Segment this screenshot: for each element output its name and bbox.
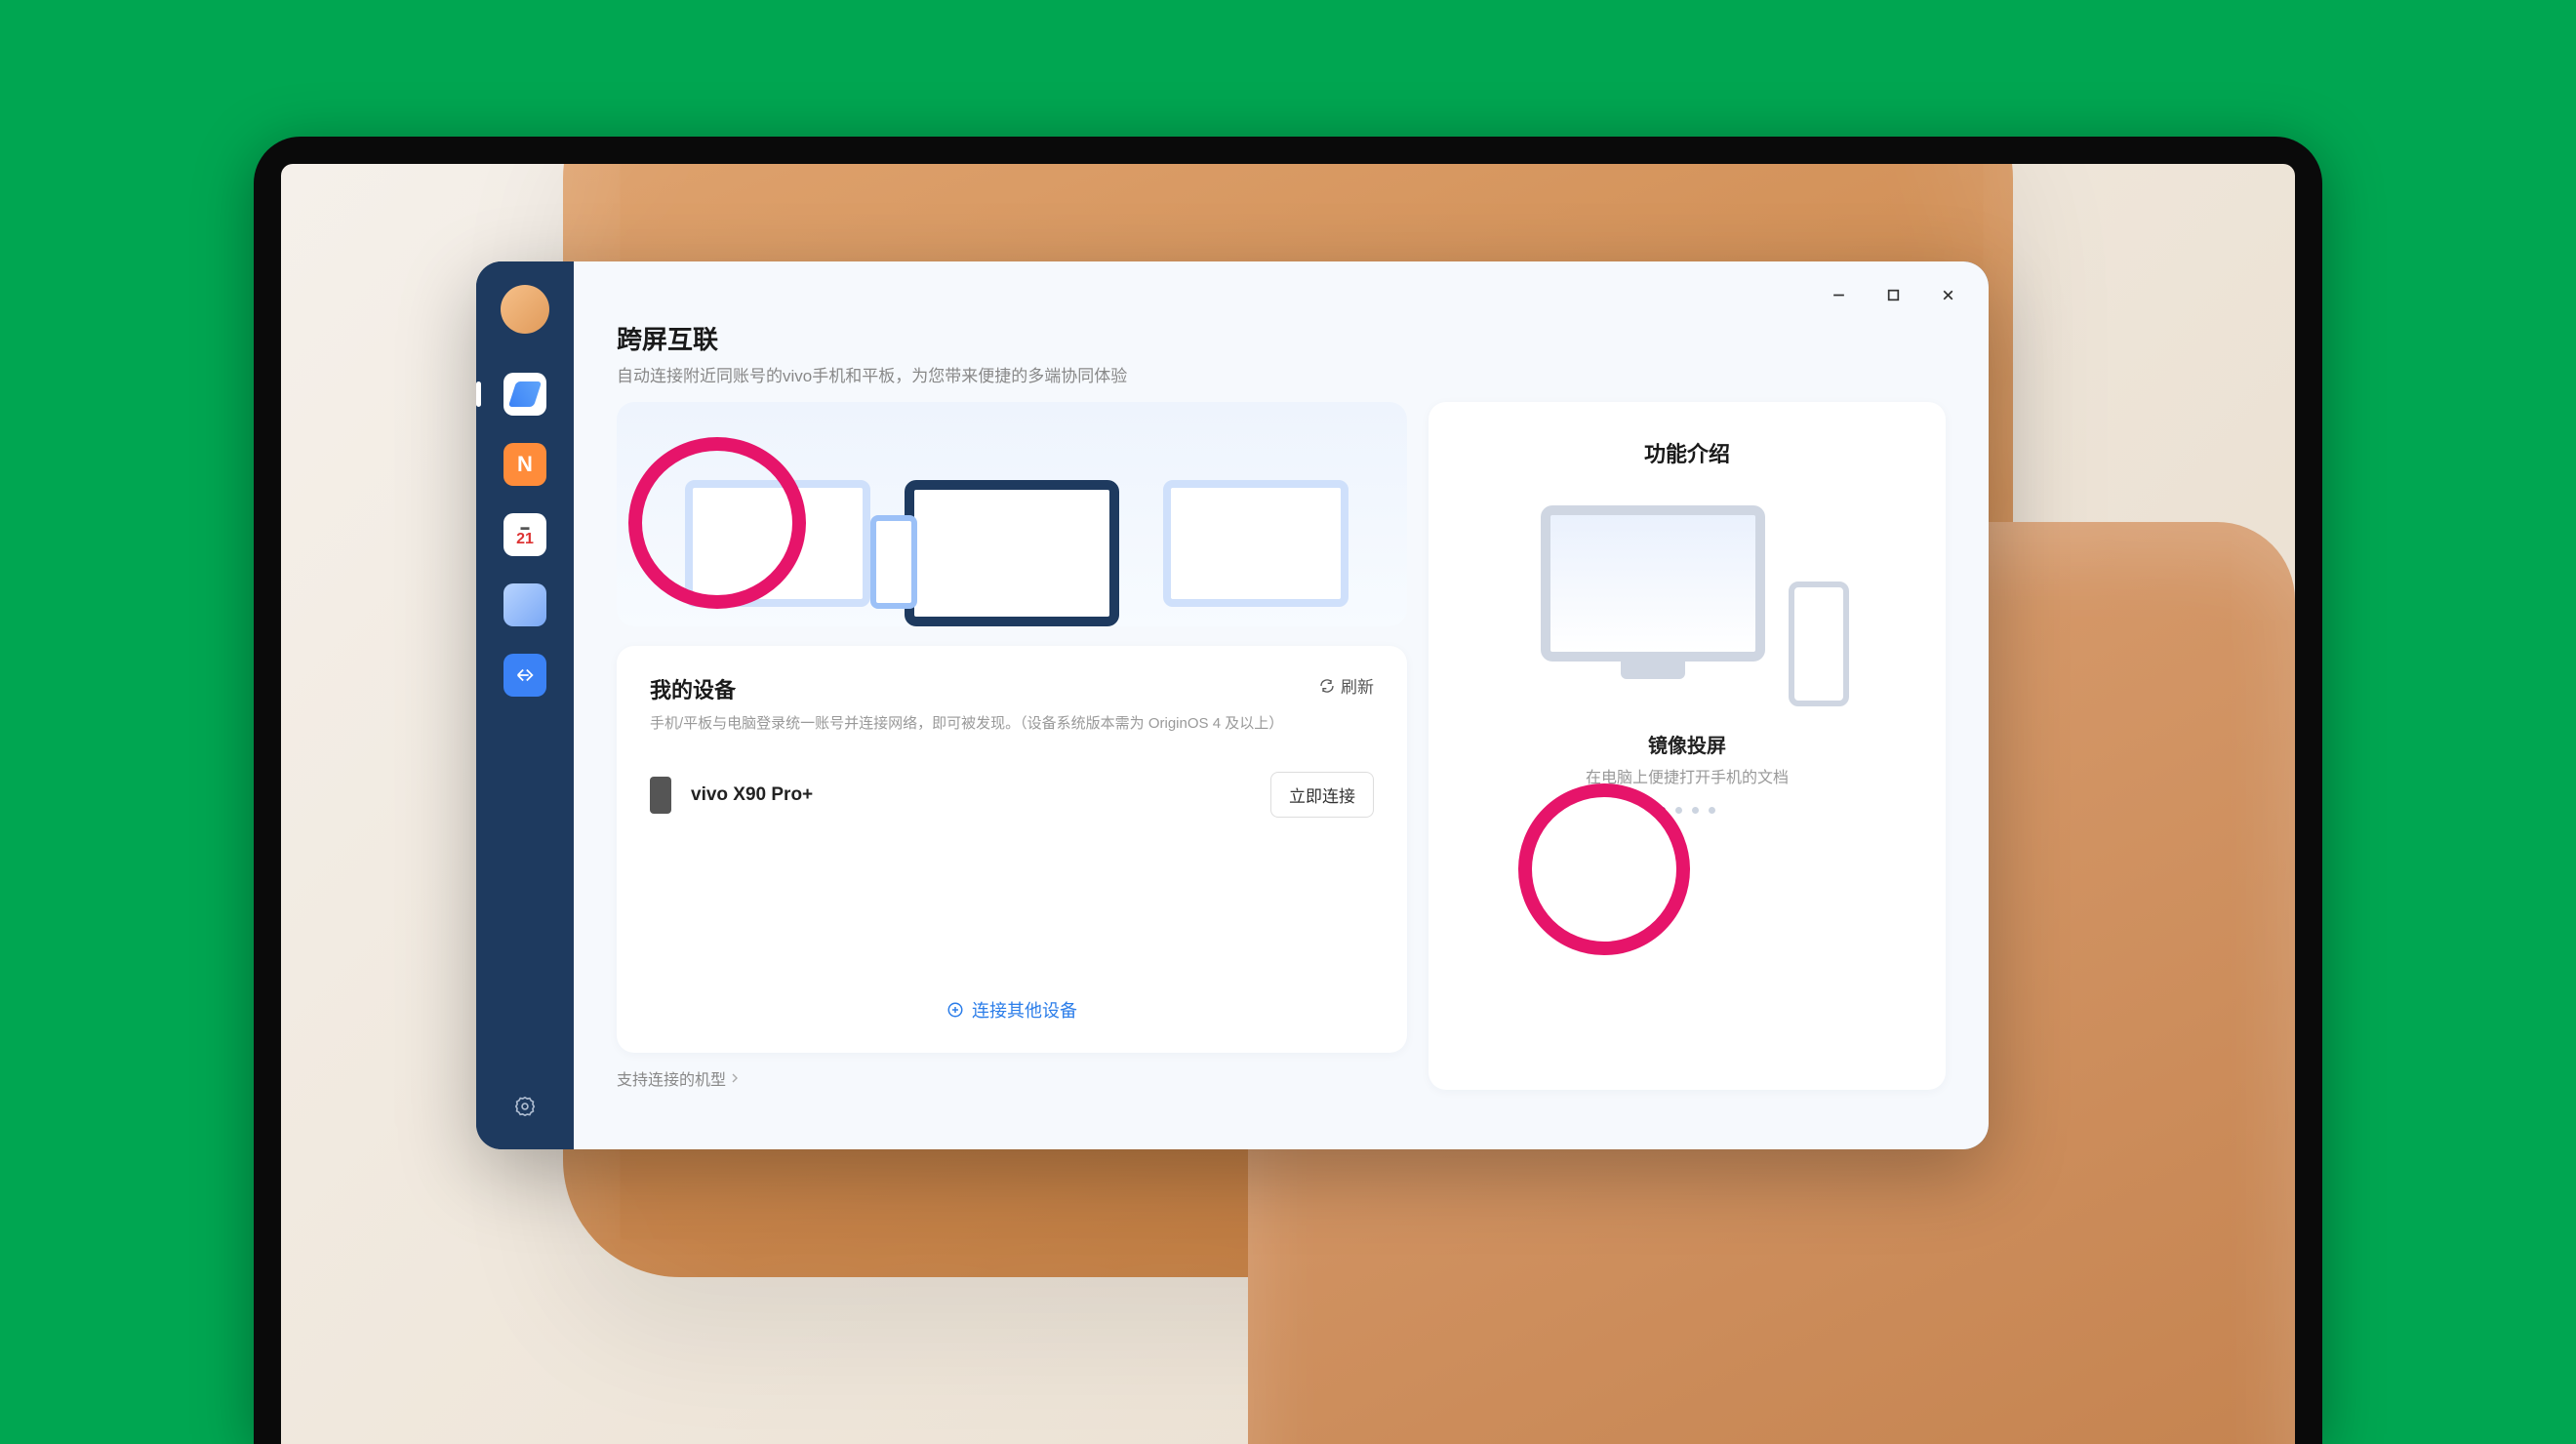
dot-1[interactable] [1675, 807, 1682, 814]
feature-section-title: 功能介绍 [1644, 437, 1730, 468]
my-devices-card: 我的设备 刷新 手机/平板与电脑登录统一账号并连接网络，即可被发现。（设备系统版… [617, 646, 1407, 1053]
hero-illustration [617, 402, 1407, 626]
content-area: 跨屏互联 自动连接附近同账号的vivo手机和平板，为您带来便捷的多端协同体验 [574, 261, 1989, 1149]
refresh-icon [1319, 678, 1335, 694]
minimize-button[interactable] [1811, 275, 1866, 314]
active-indicator [476, 381, 481, 407]
feature-name: 镜像投屏 [1648, 730, 1726, 758]
page-title: 跨屏互联 [617, 320, 1946, 356]
devices-title: 我的设备 [650, 673, 736, 704]
connect-other-devices[interactable]: 连接其他设备 [650, 972, 1374, 1053]
sidebar-item-notes[interactable]: N [503, 443, 546, 486]
page-header: 跨屏互联 自动连接附近同账号的vivo手机和平板，为您带来便捷的多端协同体验 [617, 320, 1946, 386]
laptop-frame: N ▬21 [254, 137, 2322, 1444]
illus-monitor [905, 480, 1119, 626]
plus-circle-icon [946, 1001, 964, 1019]
sidebar-nav: N ▬21 [503, 373, 546, 697]
phone-icon [650, 777, 671, 814]
device-row: vivo X90 Pro+ 立即连接 [650, 766, 1374, 823]
device-name: vivo X90 Pro+ [691, 784, 813, 806]
chevron-right-icon [730, 1073, 740, 1083]
illus-phone [870, 515, 917, 609]
right-column: 功能介绍 镜像投屏 在电脑上便捷打开手机的文档 [1429, 402, 1946, 1090]
settings-button[interactable] [507, 1089, 543, 1124]
supported-models-link[interactable]: 支持连接的机型 [617, 1066, 1407, 1090]
dot-3[interactable] [1709, 807, 1715, 814]
laptop-mockup: N ▬21 [254, 137, 2322, 1444]
page-subtitle: 自动连接附近同账号的vivo手机和平板，为您带来便捷的多端协同体验 [617, 362, 1946, 386]
refresh-button[interactable]: 刷新 [1319, 673, 1374, 698]
left-column: 我的设备 刷新 手机/平板与电脑登录统一账号并连接网络，即可被发现。（设备系统版… [617, 402, 1407, 1090]
connect-button[interactable]: 立即连接 [1270, 772, 1374, 818]
feature-intro-card: 功能介绍 镜像投屏 在电脑上便捷打开手机的文档 [1429, 402, 1946, 1090]
illus-tablet-right [1163, 480, 1348, 607]
feature-desc: 在电脑上便捷打开手机的文档 [1586, 764, 1789, 787]
window-controls [1811, 275, 1975, 314]
devices-subtitle: 手机/平板与电脑登录统一账号并连接网络，即可被发现。（设备系统版本需为 Orig… [650, 712, 1374, 733]
feature-illustration [1541, 505, 1833, 701]
illus-feat-monitor [1541, 505, 1765, 662]
sidebar-item-calendar[interactable]: ▬21 [503, 513, 546, 556]
sidebar: N ▬21 [476, 261, 574, 1149]
sidebar-item-crossscreen[interactable] [503, 373, 546, 416]
user-avatar[interactable] [501, 285, 549, 334]
illus-feat-phone [1789, 582, 1849, 706]
crossscreen-icon [503, 373, 546, 416]
close-button[interactable] [1920, 275, 1975, 314]
app-window: N ▬21 [476, 261, 1989, 1149]
dot-0[interactable] [1659, 807, 1666, 814]
refresh-label: 刷新 [1341, 673, 1374, 698]
illus-tablet-left [685, 480, 870, 607]
main-row: 我的设备 刷新 手机/平板与电脑登录统一账号并连接网络，即可被发现。（设备系统版… [617, 402, 1946, 1090]
dot-2[interactable] [1692, 807, 1699, 814]
sidebar-item-share[interactable] [503, 654, 546, 697]
screen: N ▬21 [281, 164, 2295, 1444]
sidebar-item-gallery[interactable] [503, 583, 546, 626]
other-devices-label: 连接其他设备 [972, 997, 1077, 1023]
maximize-button[interactable] [1866, 275, 1920, 314]
carousel-dots[interactable] [1659, 807, 1715, 814]
